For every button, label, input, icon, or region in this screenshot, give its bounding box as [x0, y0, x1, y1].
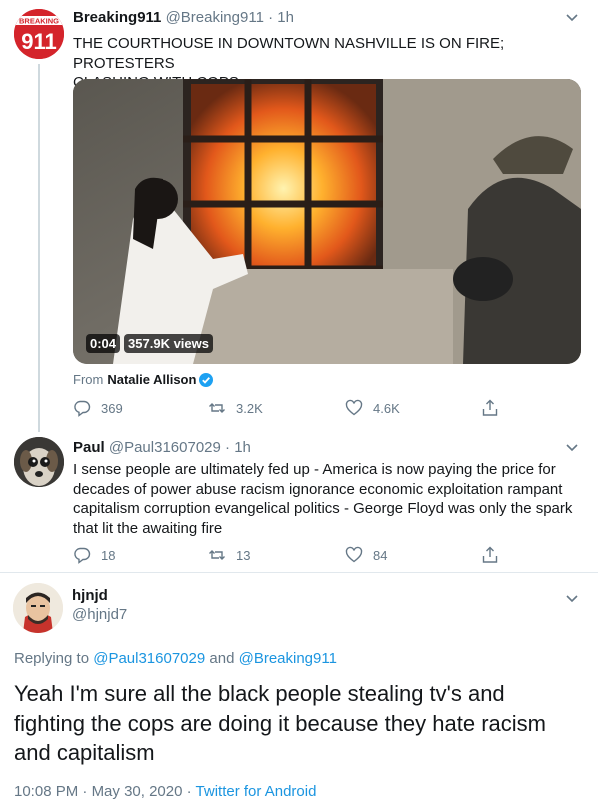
- tweet-header: Breaking911 @Breaking911 · 1h: [73, 9, 294, 26]
- tweet-time[interactable]: 1h: [277, 9, 294, 26]
- retweet-count: 3.2K: [236, 400, 263, 416]
- tweet-actions: 18 13 84: [73, 546, 503, 566]
- breaking911-logo: BREAKING 911: [14, 9, 64, 59]
- tweet-text: I sense people are ultimately fed up - A…: [73, 461, 573, 537]
- author-handle[interactable]: @hjnjd7: [72, 605, 127, 624]
- share-button[interactable]: [481, 546, 509, 564]
- share-button[interactable]: [481, 399, 509, 417]
- tweet-source-link[interactable]: Twitter for Android: [196, 783, 317, 800]
- verified-badge-icon: [199, 372, 214, 387]
- author-handle[interactable]: @Paul31607029: [109, 439, 221, 456]
- reply-icon: [74, 547, 91, 564]
- heart-icon: [345, 399, 363, 416]
- reply-count: 18: [101, 547, 116, 563]
- like-count: 4.6K: [373, 400, 400, 416]
- video-attribution: From Natalie Allison: [73, 372, 214, 387]
- tweet-text: Yeah I'm sure all the black people steal…: [14, 681, 546, 765]
- share-icon: [482, 546, 498, 563]
- tweet-video[interactable]: 0:04 357.9K views: [73, 79, 581, 364]
- video-thumbnail: [73, 79, 581, 364]
- avatar-hjnjd[interactable]: [13, 583, 63, 633]
- tweet-time[interactable]: 1h: [234, 439, 251, 456]
- reply-button[interactable]: 369: [73, 399, 123, 417]
- chevron-down-icon[interactable]: [564, 442, 580, 454]
- author-name[interactable]: Breaking911: [73, 9, 161, 26]
- avatar-paul[interactable]: [14, 437, 64, 487]
- author-handle[interactable]: @Breaking911: [166, 9, 264, 26]
- dog-avatar-image: [14, 437, 64, 487]
- svg-text:911: 911: [21, 29, 57, 54]
- like-button[interactable]: 4.6K: [345, 399, 400, 417]
- retweet-button[interactable]: 3.2K: [208, 399, 263, 417]
- author-name[interactable]: hjnjd: [72, 586, 127, 605]
- like-button[interactable]: 84: [345, 546, 387, 564]
- tweet-metadata: 10:08 PM · May 30, 2020 · Twitter for An…: [14, 783, 317, 800]
- chevron-down-icon[interactable]: [564, 12, 580, 24]
- heart-icon: [345, 546, 363, 563]
- video-duration: 0:04: [86, 334, 121, 353]
- thread-line: [38, 64, 40, 432]
- avatar-breaking911[interactable]: BREAKING 911: [14, 9, 64, 59]
- attribution-name[interactable]: Natalie Allison: [107, 372, 196, 387]
- reply-to-user-link[interactable]: @Paul31607029: [93, 650, 205, 667]
- reply-count: 369: [101, 400, 123, 416]
- tweet-breaking911[interactable]: BREAKING 911 Breaking911 @Breaking911 · …: [0, 0, 598, 432]
- reply-to-user-link[interactable]: @Breaking911: [239, 650, 337, 667]
- retweet-count: 13: [236, 547, 251, 563]
- retweet-icon: [209, 403, 225, 413]
- reply-button[interactable]: 18: [73, 546, 115, 564]
- like-count: 84: [373, 547, 388, 563]
- author-name[interactable]: Paul: [73, 439, 105, 456]
- svg-text:BREAKING: BREAKING: [19, 17, 59, 26]
- cartoon-face-avatar-image: [13, 583, 63, 633]
- tweet-time[interactable]: 10:08 PM: [14, 783, 78, 800]
- share-icon: [482, 399, 498, 416]
- tweet-paul[interactable]: Paul @Paul31607029 · 1h I sense people a…: [0, 432, 598, 572]
- video-stats: 0:04 357.9K views: [86, 334, 213, 353]
- tweet-date[interactable]: May 30, 2020: [92, 783, 183, 800]
- chevron-down-icon[interactable]: [564, 593, 580, 605]
- tweet-hjnjd: hjnjd @hjnjd7 Replying to @Paul31607029 …: [0, 573, 598, 808]
- video-views: 357.9K views: [124, 334, 213, 353]
- replying-to: Replying to @Paul31607029 and @Breaking9…: [14, 650, 337, 667]
- tweet-header: Paul @Paul31607029 · 1h: [73, 439, 251, 456]
- retweet-button[interactable]: 13: [208, 546, 250, 564]
- retweet-icon: [209, 550, 225, 560]
- tweet-header: hjnjd @hjnjd7: [72, 586, 127, 624]
- tweet-actions: 369 3.2K 4.6K: [73, 399, 503, 419]
- reply-icon: [74, 400, 91, 417]
